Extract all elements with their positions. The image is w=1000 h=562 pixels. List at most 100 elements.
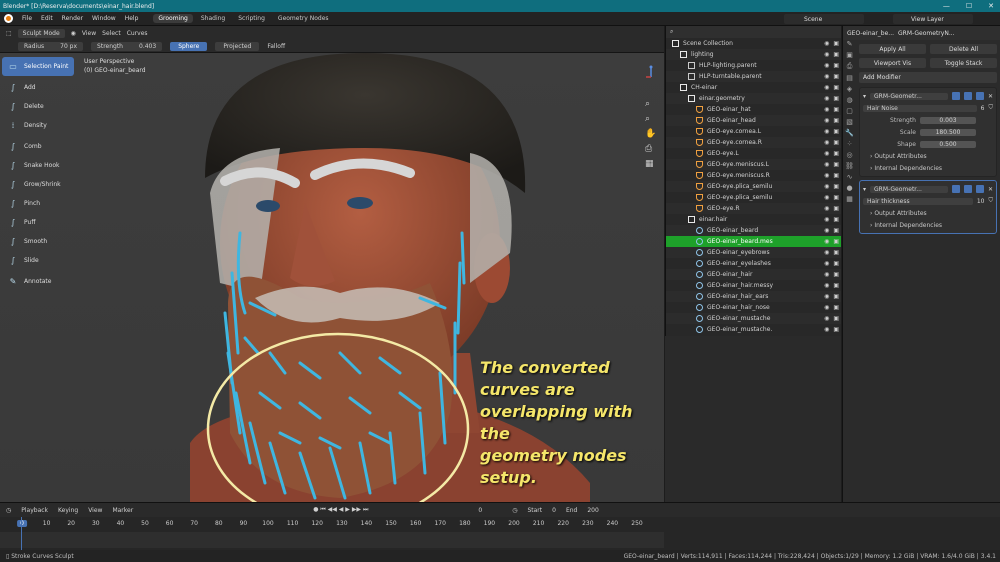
visibility-toggles[interactable]: ◉ ▣ [824, 227, 839, 234]
zoom-icon[interactable]: ⌕ [645, 99, 656, 109]
visibility-toggles[interactable]: ◉ ▣ [824, 194, 839, 201]
outliner-item[interactable]: GEO-einar_beard ◉ ▣ [666, 225, 841, 236]
editmode-toggle-icon[interactable] [951, 92, 960, 100]
visibility-toggles[interactable]: ◉ ▣ [824, 271, 839, 278]
camera-icon[interactable]: ▣ [833, 40, 839, 47]
apply-all-button[interactable]: Apply All [859, 44, 926, 54]
menu-file[interactable]: File [22, 15, 32, 22]
camera-icon[interactable]: ▣ [833, 117, 839, 124]
maximize-button[interactable]: ☐ [966, 2, 972, 10]
zoom-out-icon[interactable]: ⌕ [645, 114, 656, 124]
eye-icon[interactable]: ◉ [824, 84, 829, 91]
eye-icon[interactable]: ◉ [824, 62, 829, 69]
texture-tab-icon[interactable]: ▦ [846, 195, 853, 203]
viewport-toggle-icon[interactable] [963, 185, 972, 193]
camera-icon[interactable]: ▣ [833, 227, 839, 234]
camera-icon[interactable]: ▣ [833, 183, 839, 190]
world-tab-icon[interactable]: ◍ [846, 96, 852, 104]
visibility-toggles[interactable]: ◉ ▣ [824, 62, 839, 69]
node-group-name[interactable]: Hair thickness [863, 197, 973, 205]
data-tab-icon[interactable]: ∿ [847, 173, 853, 181]
outliner-item[interactable]: GEO-eye.R ◉ ▣ [666, 203, 841, 214]
outliner-item[interactable]: einar.hair ◉ ▣ [666, 214, 841, 225]
eye-icon[interactable]: ◉ [824, 161, 829, 168]
camera-icon[interactable]: ▣ [833, 172, 839, 179]
eye-icon[interactable]: ◉ [824, 172, 829, 179]
eye-icon[interactable]: ◉ [824, 117, 829, 124]
close-button[interactable]: ✕ [988, 2, 994, 10]
visibility-toggles[interactable]: ◉ ▣ [824, 249, 839, 256]
scene-tab-icon[interactable]: ◈ [847, 85, 852, 93]
camera-icon[interactable]: ▣ [833, 139, 839, 146]
viewport-toggle-icon[interactable] [963, 92, 972, 100]
outliner-item[interactable]: HLP-lighting.parent ◉ ▣ [666, 60, 841, 71]
output-attributes-section[interactable]: › Output Attributes [860, 207, 996, 219]
start-value[interactable]: 0 [552, 507, 556, 514]
menu-help[interactable]: Help [125, 15, 139, 22]
eye-icon[interactable]: ◉ [824, 106, 829, 113]
tool-grow-shrink[interactable]: ∫ Grow/Shrink [2, 175, 74, 194]
playhead[interactable] [21, 517, 22, 551]
hand-icon[interactable]: ✋ [645, 129, 656, 139]
eye-icon[interactable]: ◉ [824, 304, 829, 311]
eye-icon[interactable]: ◉ [824, 238, 829, 245]
eye-icon[interactable]: ◉ [824, 227, 829, 234]
visibility-toggles[interactable]: ◉ ▣ [824, 106, 839, 113]
eye-icon[interactable]: ◉ [824, 73, 829, 80]
projected-button[interactable]: Projected [215, 41, 260, 51]
timeline-track[interactable] [0, 532, 664, 548]
visibility-toggles[interactable]: ◉ ▣ [824, 40, 839, 47]
timeline-ruler[interactable]: 0 10 20 30 40 50 60 70 80 90 100 110 120 130 140 150 160… [0, 520, 664, 530]
camera-icon[interactable]: ▣ [833, 194, 839, 201]
tool-slide[interactable]: ∫ Slide [2, 251, 74, 270]
blender-logo-icon[interactable] [4, 14, 13, 23]
outliner-item[interactable]: GEO-einar_beard.mes ◉ ▣ [666, 236, 841, 247]
visibility-toggles[interactable]: ◉ ▣ [824, 326, 839, 333]
viewport-vis-button[interactable]: Viewport Vis [859, 58, 926, 68]
eye-icon[interactable]: ◉ [824, 40, 829, 47]
physics-tab-icon[interactable]: ◎ [846, 151, 852, 159]
camera-icon[interactable]: ▣ [833, 205, 839, 212]
visibility-toggles[interactable]: ◉ ▣ [824, 117, 839, 124]
param-value[interactable]: 0.003 [920, 116, 976, 124]
camera-icon[interactable]: ▣ [833, 128, 839, 135]
end-value[interactable]: 200 [587, 507, 598, 514]
camera-icon[interactable]: ▣ [833, 271, 839, 278]
close-icon[interactable]: ✕ [988, 93, 993, 100]
outliner-filter-icon[interactable]: ⌕ [670, 28, 673, 36]
view-layer-selector[interactable]: View Layer [893, 14, 973, 24]
eye-icon[interactable]: ◉ [824, 150, 829, 157]
grid-icon[interactable]: ▦ [645, 159, 656, 169]
eye-icon[interactable]: ◉ [824, 95, 829, 102]
visibility-toggles[interactable]: ◉ ▣ [824, 150, 839, 157]
camera-icon[interactable]: ▣ [833, 73, 839, 80]
tool-pinch[interactable]: ∫ Pinch [2, 194, 74, 213]
tool-snake-hook[interactable]: ∫ Snake Hook [2, 156, 74, 175]
internal-dependencies-section[interactable]: › Internal Dependencies [860, 162, 996, 174]
tool-annotate[interactable]: ✎ Annotate [2, 272, 74, 291]
render-tab-icon[interactable]: ▣ [846, 51, 853, 59]
param-value[interactable]: 180.500 [920, 128, 976, 136]
visibility-toggles[interactable]: ◉ ▣ [824, 260, 839, 267]
camera-icon[interactable]: ▣ [833, 84, 839, 91]
falloff-dropdown[interactable]: Falloff [267, 43, 285, 50]
outliner-item[interactable]: GEO-eye.meniscus.L ◉ ▣ [666, 159, 841, 170]
param-value[interactable]: 0.500 [920, 140, 976, 148]
visibility-toggles[interactable]: ◉ ▣ [824, 51, 839, 58]
eye-icon[interactable]: ◉ [824, 216, 829, 223]
eye-icon[interactable]: ◉ [824, 205, 829, 212]
render-toggle-icon[interactable] [975, 185, 984, 193]
eye-icon[interactable]: ◉ [824, 326, 829, 333]
render-toggle-icon[interactable] [975, 92, 984, 100]
camera-icon[interactable]: ▣ [833, 326, 839, 333]
clock-icon[interactable]: ◷ [512, 507, 517, 514]
modifier-name[interactable]: GRM-Geometr... [870, 92, 948, 100]
menu-view[interactable]: View [82, 30, 96, 37]
internal-dependencies-section[interactable]: › Internal Dependencies [860, 219, 996, 231]
radius-field[interactable]: Radius 70 px [18, 41, 84, 51]
particles-tab-icon[interactable]: ⁘ [847, 140, 853, 148]
shield-icon[interactable]: ⛉ [988, 197, 993, 205]
outliner-item[interactable]: CH-einar ◉ ▣ [666, 82, 841, 93]
visibility-toggles[interactable]: ◉ ▣ [824, 205, 839, 212]
constraints-tab-icon[interactable]: ⛓ [845, 162, 854, 170]
